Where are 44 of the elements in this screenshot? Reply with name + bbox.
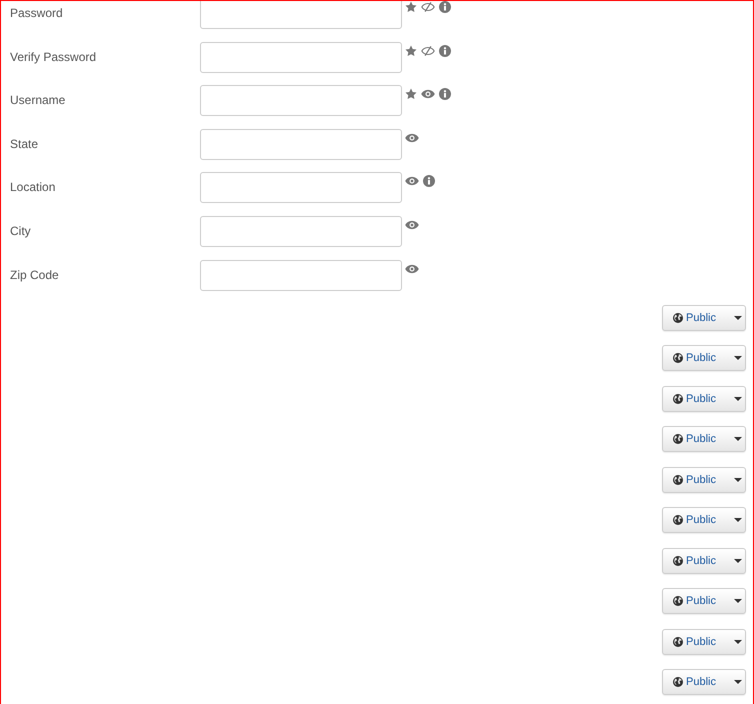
privacy-dropdown-button[interactable]: Public <box>662 548 746 574</box>
input-field[interactable] <box>200 85 402 116</box>
privacy-dropdown-button[interactable]: Public <box>662 466 746 493</box>
globe-icon <box>673 312 683 323</box>
input-field[interactable] <box>200 216 402 247</box>
caret-icon <box>734 640 742 644</box>
input-field[interactable] <box>200 172 402 204</box>
globe-icon <box>673 677 683 688</box>
caret-icon <box>734 396 742 401</box>
privacy-dropdown-button[interactable]: Public <box>662 628 746 655</box>
input-field[interactable] <box>200 1 402 29</box>
field-label: City <box>9 222 32 240</box>
globe-icon <box>673 596 683 606</box>
caret-icon <box>734 680 742 684</box>
globe-icon <box>673 556 683 566</box>
input-field[interactable] <box>200 260 402 291</box>
privacy-dropdown-button[interactable]: Public <box>662 304 746 331</box>
caret-icon <box>734 518 742 522</box>
globe-icon <box>673 353 683 364</box>
privacy-dropdown-button[interactable]: Public <box>662 345 746 372</box>
privacy-dropdown-button[interactable]: Public <box>662 669 746 696</box>
caret-icon <box>734 316 742 320</box>
globe-icon <box>673 474 683 485</box>
caret-icon <box>734 599 742 604</box>
privacy-dropdown-button[interactable]: Public <box>662 386 746 412</box>
globe-icon <box>673 515 683 526</box>
field-label: Zip Code <box>9 266 60 284</box>
field-label: Username <box>9 92 66 110</box>
privacy-dropdown-button[interactable]: Public <box>662 507 746 534</box>
field-label: Password <box>9 5 64 22</box>
field-label: Location <box>9 179 56 196</box>
input-field[interactable] <box>200 42 402 73</box>
privacy-dropdown-button[interactable]: Public <box>662 588 746 614</box>
field-label: Verify Password <box>9 48 98 66</box>
privacy-dropdown-button[interactable]: Public <box>662 426 746 452</box>
input-field[interactable] <box>200 128 402 160</box>
caret-icon <box>734 558 742 563</box>
caret-icon <box>734 478 742 482</box>
globe-icon <box>673 636 683 647</box>
globe-icon <box>673 394 683 404</box>
caret-icon <box>734 356 742 360</box>
field-label: State <box>9 136 40 153</box>
globe-icon <box>673 434 683 444</box>
caret-icon <box>734 437 742 442</box>
